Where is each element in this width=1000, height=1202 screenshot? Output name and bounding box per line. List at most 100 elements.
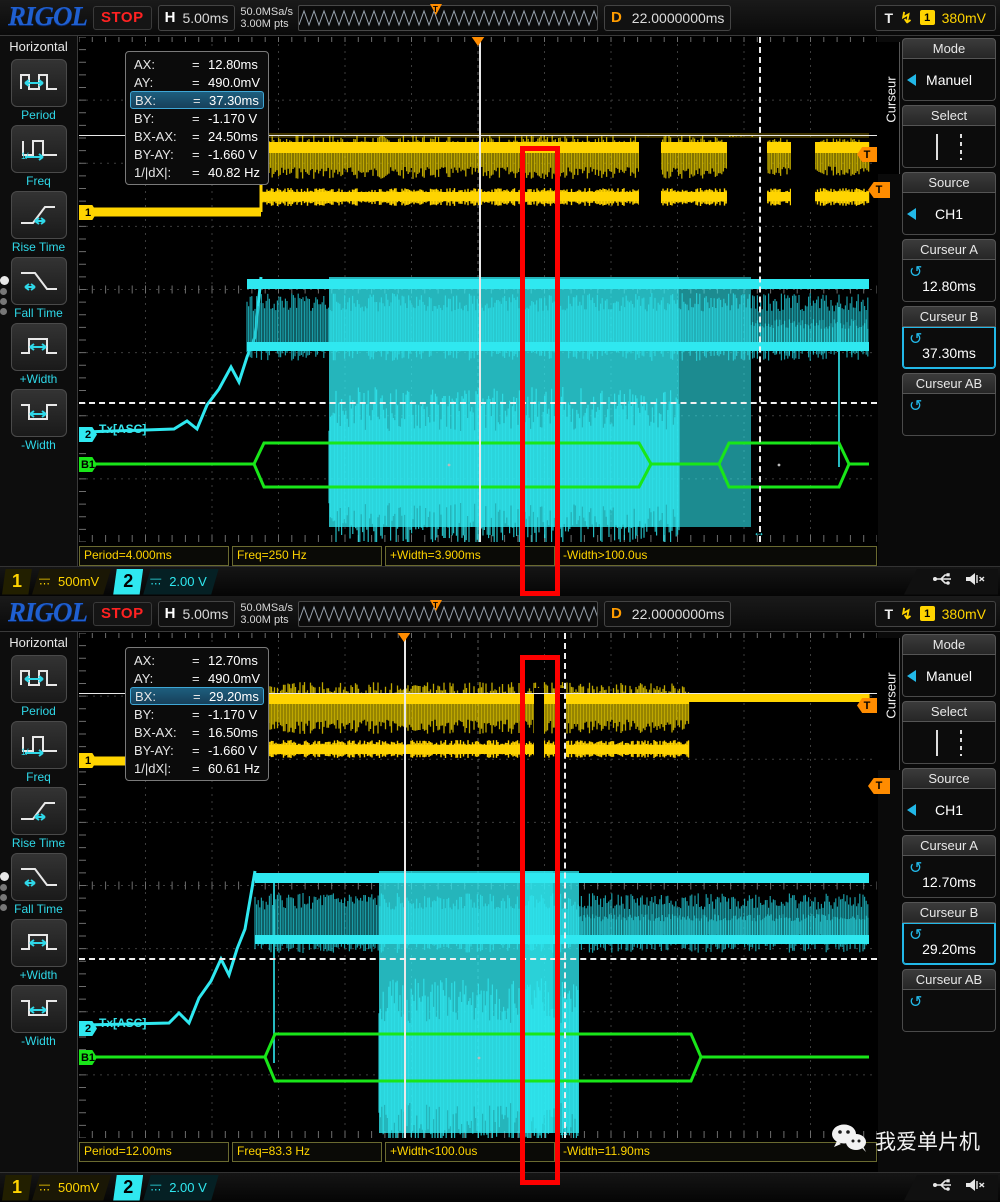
panel-group-body[interactable]: ↺: [902, 394, 996, 436]
cursor-b-line[interactable]: [759, 37, 761, 542]
panel-group-source[interactable]: Source CH1: [902, 172, 996, 235]
panel-group-mode[interactable]: Mode Manuel: [902, 38, 996, 101]
measurement-item[interactable]: Period=12.00ms: [79, 1142, 229, 1162]
panel-group-body[interactable]: CH1: [902, 193, 996, 235]
fall-time-icon[interactable]: [10, 853, 67, 901]
panel-group-body[interactable]: [902, 126, 996, 168]
timebase-box[interactable]: H 5.00ms: [157, 4, 236, 31]
sidebar-item-width[interactable]: +Width: [6, 323, 72, 386]
measurement-item[interactable]: Freq=83.3 Hz: [232, 1142, 382, 1162]
panel-group-curseur-ab[interactable]: Curseur AB ↺: [902, 969, 996, 1032]
usb-icon[interactable]: [932, 572, 954, 591]
panel-group-body[interactable]: ↺ 12.80ms: [902, 260, 996, 302]
left-arrow-icon[interactable]: [907, 669, 916, 682]
cursor-y-dashed-line[interactable]: [79, 958, 877, 960]
sidebar-item-rise-time[interactable]: Rise Time: [6, 787, 72, 850]
panel-group-select[interactable]: Select: [902, 105, 996, 168]
refresh-icon[interactable]: ↺: [909, 858, 922, 878]
channel-tag-1[interactable]: 1 ― ⋯ 500mV: [2, 568, 112, 595]
speaker-mute-icon[interactable]: [964, 1177, 986, 1198]
negative-width-icon[interactable]: [10, 389, 67, 437]
cursor-b-handle[interactable]: ↔: [753, 525, 765, 539]
sidebar-item-freq[interactable]: 1/ Freq: [6, 125, 72, 188]
channel-info[interactable]: ― ⋯ 2.00 V: [143, 568, 219, 595]
period-icon[interactable]: [10, 655, 67, 703]
channel-tag-1[interactable]: 1 ― ⋯ 500mV: [2, 1174, 112, 1201]
delay-box[interactable]: D 22.0000000ms: [603, 4, 732, 31]
menu-tab-cursor[interactable]: Curseur: [878, 638, 900, 770]
sidebar-item-rise-time[interactable]: Rise Time: [6, 191, 72, 254]
sidebar-item-width[interactable]: -Width: [6, 985, 72, 1048]
channel-number[interactable]: 1: [2, 1174, 32, 1201]
panel-group-curseur-a[interactable]: Curseur A ↺ 12.80ms: [902, 239, 996, 302]
waveform-overview[interactable]: T: [297, 599, 598, 627]
left-arrow-icon[interactable]: [907, 207, 916, 220]
refresh-icon[interactable]: ↺: [909, 329, 922, 349]
panel-group-mode[interactable]: Mode Manuel: [902, 634, 996, 697]
speaker-mute-icon[interactable]: [964, 571, 986, 592]
waveform-display[interactable]: 1 2 B1 T Tx[ASC] ↔ AX: = 12.80ms AY: = 4…: [79, 37, 877, 542]
channel-tag-2[interactable]: 2 ― ⋯ 2.00 V: [113, 568, 219, 595]
cursor-a-line[interactable]: [404, 633, 406, 1138]
panel-group-body[interactable]: CH1: [902, 789, 996, 831]
panel-group-curseur-a[interactable]: Curseur A ↺ 12.70ms: [902, 835, 996, 898]
sidebar-item-width[interactable]: -Width: [6, 389, 72, 452]
cursor-a-line[interactable]: [479, 37, 481, 542]
channel-number[interactable]: 1: [2, 568, 32, 595]
waveform-display[interactable]: 1 2 B1 T Tx[ASC] ↔ AX: = 12.70ms AY: = 4…: [79, 633, 877, 1138]
trigger-status[interactable]: T ↯ 1 380mV: [874, 4, 996, 31]
panel-group-body[interactable]: Manuel: [902, 59, 996, 101]
refresh-icon[interactable]: ↺: [909, 925, 922, 945]
cursor-y-dashed-line[interactable]: [79, 402, 877, 404]
sidebar-item-fall-time[interactable]: Fall Time: [6, 257, 72, 320]
panel-group-source[interactable]: Source CH1: [902, 768, 996, 831]
positive-width-icon[interactable]: [10, 323, 67, 371]
panel-group-body[interactable]: ↺ 12.70ms: [902, 856, 996, 898]
refresh-icon[interactable]: ↺: [909, 992, 922, 1012]
timebase-box[interactable]: H 5.00ms: [157, 600, 236, 627]
channel-info[interactable]: ― ⋯ 500mV: [32, 568, 112, 595]
period-icon[interactable]: [10, 59, 67, 107]
waveform-overview[interactable]: T: [297, 3, 598, 31]
sidebar-item-fall-time[interactable]: Fall Time: [6, 853, 72, 916]
rise-time-icon[interactable]: [10, 787, 67, 835]
left-arrow-icon[interactable]: [907, 73, 916, 86]
channel-info[interactable]: ― ⋯ 500mV: [32, 1174, 112, 1201]
run-stop-indicator[interactable]: STOP: [93, 5, 152, 30]
trigger-status[interactable]: T ↯ 1 380mV: [874, 600, 996, 627]
sidebar-item-period[interactable]: Period: [6, 655, 72, 718]
measurement-item[interactable]: -Width>100.0us: [558, 546, 877, 566]
channel-number[interactable]: 2: [113, 568, 144, 595]
page-indicator-dots[interactable]: [0, 872, 9, 914]
sidebar-item-period[interactable]: Period: [6, 59, 72, 122]
measurement-item[interactable]: Period=4.000ms: [79, 546, 229, 566]
channel-info[interactable]: ― ⋯ 2.00 V: [143, 1174, 219, 1201]
rise-time-icon[interactable]: [10, 191, 67, 239]
cursor-b-line[interactable]: [564, 633, 566, 1138]
panel-group-select[interactable]: Select: [902, 701, 996, 764]
run-stop-indicator[interactable]: STOP: [93, 601, 152, 626]
panel-group-body[interactable]: Manuel: [902, 655, 996, 697]
channel-number[interactable]: 2: [113, 1174, 144, 1201]
panel-group-curseur-ab[interactable]: Curseur AB ↺: [902, 373, 996, 436]
sidebar-item-width[interactable]: +Width: [6, 919, 72, 982]
left-arrow-icon[interactable]: [907, 803, 916, 816]
usb-icon[interactable]: [932, 1178, 954, 1197]
delay-box[interactable]: D 22.0000000ms: [603, 600, 732, 627]
panel-group-body[interactable]: ↺ 29.20ms: [902, 923, 996, 965]
measurement-item[interactable]: Freq=250 Hz: [232, 546, 382, 566]
frequency-icon[interactable]: 1/: [10, 721, 67, 769]
panel-group-body[interactable]: ↺ 37.30ms: [902, 327, 996, 369]
panel-group-curseur-b[interactable]: Curseur B ↺ 29.20ms: [902, 902, 996, 965]
page-indicator-dots[interactable]: [0, 276, 9, 318]
frequency-icon[interactable]: 1/: [10, 125, 67, 173]
negative-width-icon[interactable]: [10, 985, 67, 1033]
refresh-icon[interactable]: ↺: [909, 262, 922, 282]
panel-group-body[interactable]: ↺: [902, 990, 996, 1032]
panel-group-body[interactable]: [902, 722, 996, 764]
menu-tab-cursor[interactable]: Curseur: [878, 42, 900, 174]
fall-time-icon[interactable]: [10, 257, 67, 305]
refresh-icon[interactable]: ↺: [909, 396, 922, 416]
channel-tag-2[interactable]: 2 ― ⋯ 2.00 V: [113, 1174, 219, 1201]
sidebar-item-freq[interactable]: 1/ Freq: [6, 721, 72, 784]
